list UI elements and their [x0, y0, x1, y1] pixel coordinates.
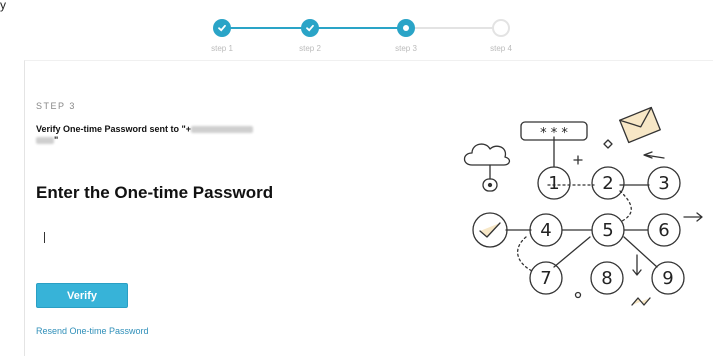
step-4-indicator: [492, 19, 510, 37]
number-7-label: 7: [540, 268, 551, 289]
step-connector: [318, 27, 406, 29]
number-9-label: 9: [662, 268, 673, 289]
check-icon: [306, 24, 314, 32]
password-field-text: * * *: [540, 126, 568, 141]
step-connector: [222, 27, 310, 29]
progress-stepper: step 1 step 2 step 3 step 4: [0, 0, 725, 60]
verify-button[interactable]: Verify: [36, 283, 128, 308]
page-title: Enter the One-time Password: [36, 183, 274, 202]
step-3-indicator: [397, 19, 415, 37]
subtitle-suffix: ": [54, 135, 59, 145]
number-6-label: 6: [658, 220, 669, 241]
diamond-doodle: [603, 139, 613, 149]
number-5-label: 5: [602, 220, 613, 241]
step-label: step 1: [211, 44, 233, 53]
arrow-doodle: [643, 151, 665, 159]
number-1-label: 1: [548, 173, 559, 194]
number-4-label: 4: [540, 220, 551, 241]
redacted-phone-number: [36, 137, 54, 145]
connector-line: [517, 236, 533, 272]
subtitle-prefix: Verify One-time Password sent to "+: [36, 124, 192, 134]
zigzag-doodle: [631, 297, 651, 306]
check-icon: [218, 24, 226, 32]
text-caret: [44, 232, 45, 243]
step-caption: STEP 3: [36, 101, 76, 111]
step-label: step 4: [490, 44, 512, 53]
cloud-icon: [463, 143, 511, 166]
number-2-label: 2: [602, 173, 613, 194]
connector-line: [619, 190, 632, 223]
otp-input[interactable]: [36, 222, 286, 252]
down-arrow-doodle: [632, 254, 642, 276]
step-1-indicator: [213, 19, 231, 37]
verify-subtitle: Verify One-time Password sent to "+ ": [36, 124, 336, 146]
step-2-indicator: [301, 19, 319, 37]
step-connector: [414, 27, 502, 29]
number-8-label: 8: [601, 268, 612, 289]
checkmark-shape: [479, 222, 501, 238]
redacted-phone-number: [191, 126, 254, 134]
resend-otp-link[interactable]: Resend One-time Password: [36, 326, 149, 336]
connector-line: [553, 236, 591, 268]
step-label: step 2: [299, 44, 321, 53]
small-circle-doodle: [574, 291, 582, 299]
password-illustration: 1 2 3 4 5 6 7 8 9 * * *: [463, 106, 703, 306]
envelope-icon: [619, 106, 661, 144]
current-step-dot: [403, 25, 409, 31]
arrow-doodle: [683, 212, 703, 222]
number-3-label: 3: [658, 173, 669, 194]
step-label: step 3: [395, 44, 417, 53]
plus-doodle: [573, 155, 583, 165]
